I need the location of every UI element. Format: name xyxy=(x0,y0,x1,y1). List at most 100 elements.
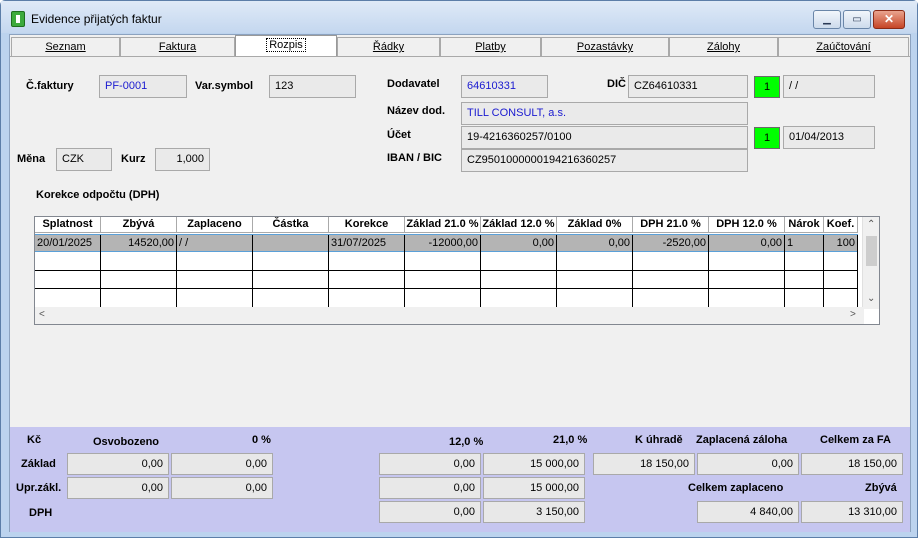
iban-field[interactable]: CZ9501000000194216360257 xyxy=(461,149,748,172)
scroll-right-icon[interactable]: > xyxy=(850,309,856,320)
zaklad-12-field[interactable]: 0,00 xyxy=(379,453,481,475)
table-cell[interactable]: -2520,00 xyxy=(633,235,709,253)
scroll-up-icon[interactable]: ⌃ xyxy=(867,219,875,230)
account-date-field[interactable]: 01/04/2013 xyxy=(783,126,875,149)
currency-label: Měna xyxy=(17,153,46,165)
upr-0-field[interactable]: 0,00 xyxy=(171,477,273,499)
supplier-name-label: Název dod. xyxy=(387,105,446,117)
celkem-za-fa-label: Celkem za FA xyxy=(820,434,891,446)
dic-field[interactable]: CZ64610331 xyxy=(628,75,748,98)
tab-platby[interactable]: Platby xyxy=(440,37,541,57)
zaplacena-zaloha-label: Zaplacená záloha xyxy=(696,434,788,446)
dic-label: DIČ xyxy=(607,78,626,90)
table-row[interactable]: 20/01/2025 14520,00 / / 31/07/2025 -1200… xyxy=(35,234,858,253)
table-cell[interactable]: 31/07/2025 xyxy=(329,235,405,253)
vat-correction-grid[interactable]: Splatnost Zbývá Zaplaceno Částka Korekce… xyxy=(34,216,880,325)
celkem-zaplaceno-field[interactable]: 4 840,00 xyxy=(697,501,799,523)
col-header[interactable]: Zbývá xyxy=(101,217,177,232)
table-row-empty[interactable] xyxy=(35,253,858,271)
maximize-icon: ▭ xyxy=(852,14,862,25)
title-bar[interactable]: Evidence přijatých faktur ▁ ▭ ✕ xyxy=(1,1,917,33)
invoice-number-label: Č.faktury xyxy=(26,80,74,92)
col-header[interactable]: Základ 21.0 % xyxy=(405,217,481,232)
account-label: Účet xyxy=(387,129,411,141)
table-cell[interactable]: 20/01/2025 xyxy=(35,235,101,253)
dic-date-field[interactable]: / / xyxy=(783,75,875,98)
p0-label: 0 % xyxy=(252,434,271,446)
col-header[interactable]: Korekce xyxy=(329,217,405,232)
tab-pozastavky[interactable]: Pozastávky xyxy=(541,37,669,57)
table-cell[interactable]: 1 xyxy=(785,235,824,253)
tab-seznam[interactable]: Seznam xyxy=(11,37,120,57)
col-header[interactable]: Základ 12.0 % xyxy=(481,217,557,232)
horizontal-scrollbar[interactable]: < > xyxy=(35,307,864,324)
rate-field[interactable]: 1,000 xyxy=(155,148,210,171)
app-window: Evidence přijatých faktur ▁ ▭ ✕ Seznam F… xyxy=(0,0,918,538)
k-uhrade-label: K úhradě xyxy=(635,434,683,446)
p12-label: 12,0 % xyxy=(449,436,484,448)
var-symbol-label: Var.symbol xyxy=(195,80,254,92)
zaklad-0-field[interactable]: 0,00 xyxy=(171,453,273,475)
k-uhrade-field[interactable]: 18 150,00 xyxy=(593,453,695,475)
var-symbol-field[interactable]: 123 xyxy=(269,75,356,98)
table-cell[interactable]: 100 xyxy=(824,235,858,253)
scroll-down-icon[interactable]: ⌄ xyxy=(867,293,875,304)
rate-label: Kurz xyxy=(121,153,146,165)
col-header[interactable]: Koef. xyxy=(824,217,858,232)
iban-label: IBAN / BIC xyxy=(387,152,442,164)
table-cell[interactable]: -12000,00 xyxy=(405,235,481,253)
table-row-empty[interactable] xyxy=(35,289,858,307)
table-cell[interactable]: / / xyxy=(177,235,253,253)
upr-12-field[interactable]: 0,00 xyxy=(379,477,481,499)
table-cell[interactable]: 0,00 xyxy=(481,235,557,253)
celkem-za-fa-field[interactable]: 18 150,00 xyxy=(801,453,903,475)
col-header[interactable]: Splatnost xyxy=(35,217,101,232)
zaplacena-zaloha-field[interactable]: 0,00 xyxy=(697,453,799,475)
table-cell[interactable]: 14520,00 xyxy=(101,235,177,253)
scroll-thumb[interactable] xyxy=(866,236,877,266)
supplier-label: Dodavatel xyxy=(387,78,440,90)
celkem-zaplaceno-label: Celkem zaplaceno xyxy=(688,482,784,494)
zaklad-osvobozeno-field[interactable]: 0,00 xyxy=(67,453,169,475)
tab-faktura[interactable]: Faktura xyxy=(120,37,235,57)
table-cell[interactable]: 0,00 xyxy=(557,235,633,253)
table-row-empty[interactable] xyxy=(35,271,858,289)
zaklad-21-field[interactable]: 15 000,00 xyxy=(483,453,585,475)
zbyva-label: Zbývá xyxy=(865,482,897,494)
osvobozeno-label: Osvobozeno xyxy=(93,436,160,448)
col-header[interactable]: DPH 21.0 % xyxy=(633,217,709,232)
dic-status-flag: 1 xyxy=(754,76,780,98)
supplier-name-field[interactable]: TILL CONSULT, a.s. xyxy=(461,102,748,125)
zbyva-field[interactable]: 13 310,00 xyxy=(801,501,903,523)
tab-radky[interactable]: Řádky xyxy=(337,37,440,57)
table-cell[interactable] xyxy=(253,235,329,253)
dph-21-field[interactable]: 3 150,00 xyxy=(483,501,585,523)
col-header[interactable]: Základ 0% xyxy=(557,217,633,232)
col-header[interactable]: Nárok xyxy=(785,217,824,232)
maximize-button[interactable]: ▭ xyxy=(843,10,871,29)
p21-label: 21,0 % xyxy=(553,434,588,446)
upr-zakl-label: Upr.zákl. xyxy=(16,482,62,494)
col-header[interactable]: Zaplaceno xyxy=(177,217,253,232)
dph-label: DPH xyxy=(29,507,53,519)
tab-zauctovani[interactable]: Zaúčtování xyxy=(778,37,909,57)
invoice-number-field[interactable]: PF-0001 xyxy=(99,75,187,98)
upr-osvobozeno-field[interactable]: 0,00 xyxy=(67,477,169,499)
col-header[interactable]: DPH 12.0 % xyxy=(709,217,785,232)
supplier-field[interactable]: 64610331 xyxy=(461,75,548,98)
currency-field[interactable]: CZK xyxy=(56,148,112,171)
col-header[interactable]: Částka xyxy=(253,217,329,232)
table-cell[interactable]: 0,00 xyxy=(709,235,785,253)
dph-12-field[interactable]: 0,00 xyxy=(379,501,481,523)
close-button[interactable]: ✕ xyxy=(873,10,905,29)
vertical-scrollbar[interactable]: ⌃ ⌄ xyxy=(862,217,879,309)
account-field[interactable]: 19-4216360257/0100 xyxy=(461,126,748,149)
scroll-left-icon[interactable]: < xyxy=(39,309,45,320)
app-icon xyxy=(11,11,25,27)
minimize-button[interactable]: ▁ xyxy=(813,10,841,29)
tab-rozpis[interactable]: Rozpis xyxy=(235,35,337,57)
kc-label: Kč xyxy=(27,434,42,446)
tab-zalohy[interactable]: Zálohy xyxy=(669,37,778,57)
client-area: Seznam Faktura Rozpis Řádky Platby Pozas… xyxy=(9,34,911,532)
upr-21-field[interactable]: 15 000,00 xyxy=(483,477,585,499)
